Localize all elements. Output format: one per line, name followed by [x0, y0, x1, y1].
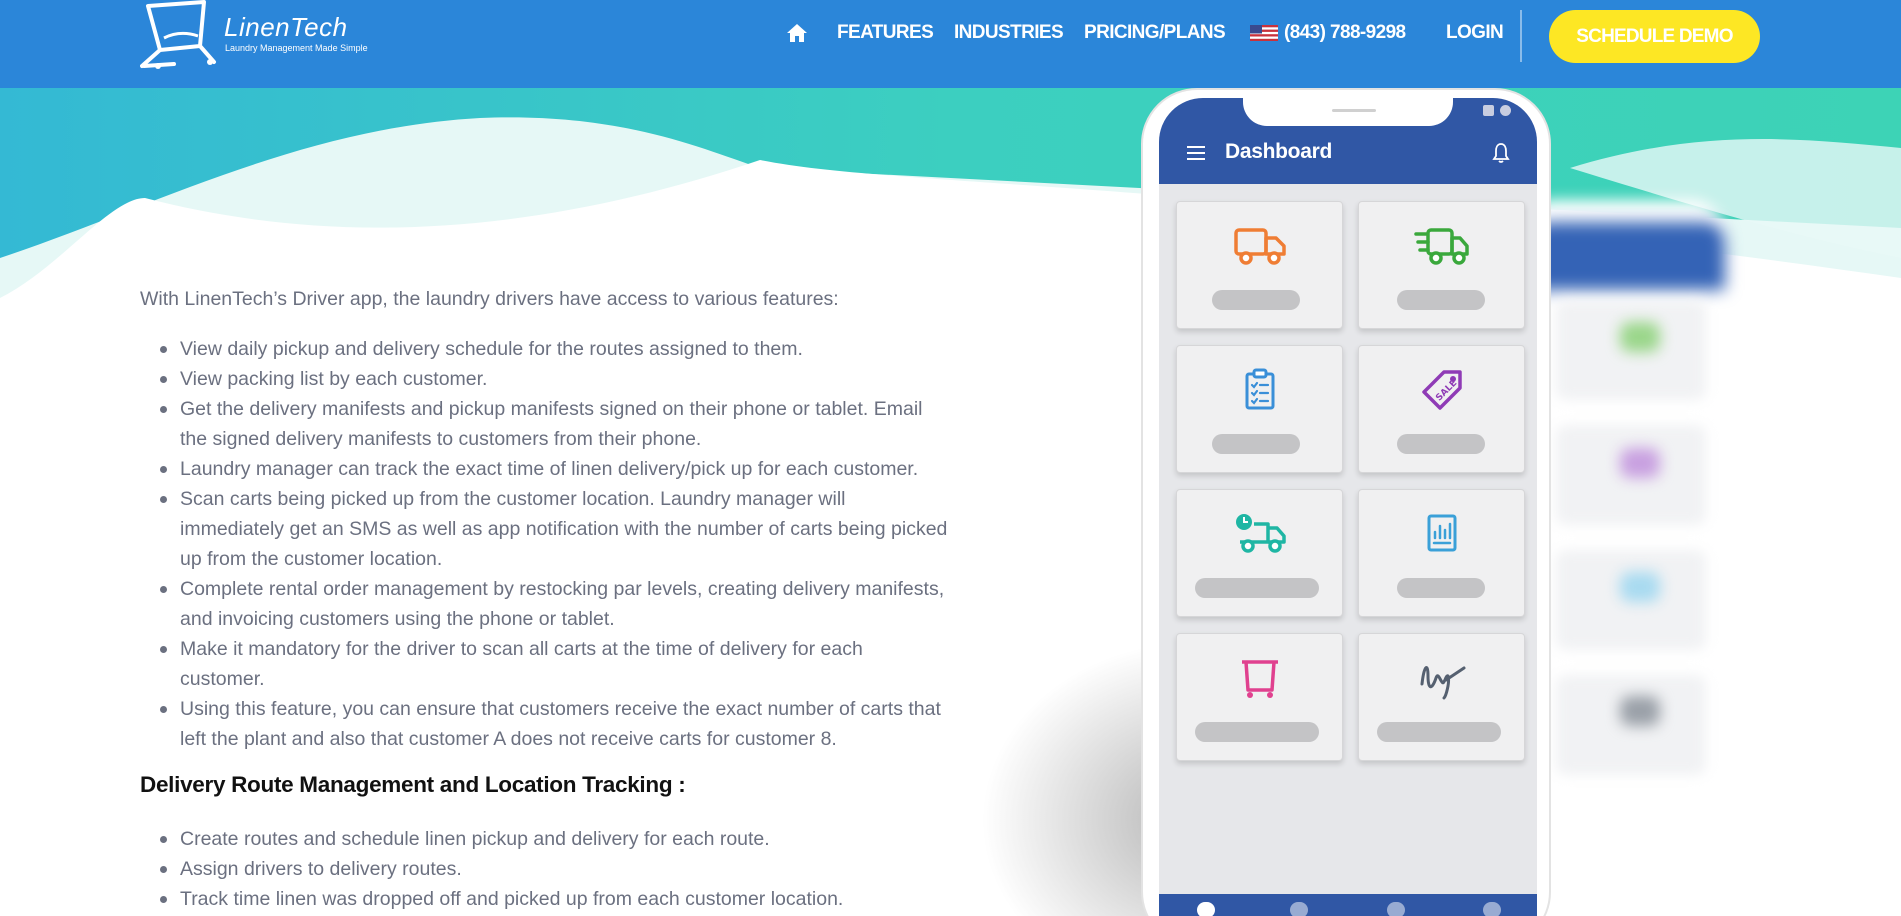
bell-icon[interactable]	[1491, 142, 1511, 164]
background-phone-icon	[1620, 696, 1660, 726]
phone-screen: Dashboard SALE	[1159, 98, 1537, 916]
driver-feature-list: View daily pickup and delivery schedule …	[140, 334, 950, 754]
sale-tag-icon: SALE	[1421, 370, 1462, 410]
us-flag-icon	[1250, 25, 1278, 41]
list-item: Using this feature, you can ensure that …	[140, 694, 950, 754]
site-header: LinenTech Laundry Management Made Simple…	[0, 0, 1901, 88]
report-chart-icon	[1427, 514, 1456, 552]
list-item: Assign drivers to delivery routes.	[140, 854, 960, 884]
list-item: View daily pickup and delivery schedule …	[140, 334, 950, 364]
brand-logo[interactable]: LinenTech Laundry Management Made Simple	[140, 0, 380, 72]
laundry-cart-icon	[1241, 660, 1278, 698]
signature-icon	[1420, 666, 1465, 700]
list-item: Create routes and schedule linen pickup …	[140, 824, 960, 854]
list-item: Get the delivery manifests and pickup ma…	[140, 394, 950, 454]
background-phone-header	[1530, 222, 1725, 290]
app-title: Dashboard	[1225, 140, 1332, 163]
search-tab-icon[interactable]	[1290, 902, 1308, 916]
laundry-cart-logo-icon	[140, 0, 216, 69]
fast-truck-icon	[1413, 228, 1469, 265]
info-tab-icon[interactable]	[1387, 902, 1405, 916]
dashboard-tile-signature[interactable]	[1358, 633, 1525, 761]
nav-industries-label: INDUSTRIES	[954, 22, 1064, 43]
dashboard-tile-scheduled[interactable]	[1176, 489, 1343, 617]
status-icon	[1483, 105, 1494, 116]
nav-phone[interactable]: (843) 788-9298	[1250, 0, 1406, 66]
list-item: Make it mandatory for the driver to scan…	[140, 634, 950, 694]
tile-label-placeholder	[1397, 578, 1485, 598]
list-item: Laundry manager can track the exact time…	[140, 454, 950, 484]
list-item: Scan carts being picked up from the cust…	[140, 484, 950, 574]
menu-icon[interactable]	[1187, 146, 1205, 160]
nav-login[interactable]: LOGIN	[1446, 0, 1504, 66]
nav-features-label: FEATURES	[837, 22, 934, 43]
phone-notch	[1243, 98, 1453, 126]
brand-name: LinenTech	[224, 12, 348, 42]
tile-label-placeholder	[1195, 578, 1319, 598]
nav-divider	[1520, 10, 1522, 62]
dashboard-tile-sales[interactable]: SALE	[1358, 345, 1525, 473]
scheduled-truck-icon	[1235, 514, 1286, 553]
dashboard-tile-delivery[interactable]	[1176, 201, 1343, 329]
nav-features[interactable]: FEATURES	[837, 0, 934, 66]
nav-pricing-label: PRICING/PLANS	[1084, 22, 1226, 43]
list-item: Track time linen was dropped off and pic…	[140, 884, 960, 914]
dashboard-tile-express[interactable]	[1358, 201, 1525, 329]
brand-tagline: Laundry Management Made Simple	[225, 43, 368, 53]
list-item: View packing list by each customer.	[140, 364, 950, 394]
nav-industries[interactable]: INDUSTRIES	[954, 0, 1064, 66]
schedule-demo-button[interactable]: SCHEDULE DEMO	[1549, 10, 1760, 63]
background-phone-icon	[1620, 322, 1660, 352]
feature-content: With LinenTech’s Driver app, the laundry…	[140, 284, 960, 914]
tile-label-placeholder	[1212, 290, 1300, 310]
clipboard-checklist-icon	[1245, 368, 1274, 410]
nav-pricing[interactable]: PRICING/PLANS	[1084, 0, 1226, 66]
background-phone-icon	[1620, 448, 1660, 478]
app-bottom-nav	[1159, 894, 1537, 916]
dashboard-tile-reports[interactable]	[1358, 489, 1525, 617]
list-item: Complete rental order management by rest…	[140, 574, 950, 634]
home-tab-icon[interactable]	[1197, 902, 1215, 916]
dashboard-tile-carts[interactable]	[1176, 633, 1343, 761]
section-heading: Delivery Route Management and Location T…	[140, 772, 686, 797]
background-phone-icon	[1620, 572, 1660, 602]
home-icon	[787, 24, 807, 42]
nav-home[interactable]	[786, 0, 808, 66]
nav-phone-number: (843) 788-9298	[1284, 22, 1406, 43]
route-feature-list: Create routes and schedule linen pickup …	[140, 824, 960, 914]
tile-label-placeholder	[1377, 722, 1501, 742]
app-header: Dashboard	[1159, 98, 1537, 184]
tile-label-placeholder	[1397, 434, 1485, 454]
nav-login-label: LOGIN	[1446, 22, 1504, 43]
tile-label-placeholder	[1397, 290, 1485, 310]
profile-tab-icon[interactable]	[1483, 902, 1501, 916]
tile-label-placeholder	[1212, 434, 1300, 454]
dashboard-tile-checklist[interactable]	[1176, 345, 1343, 473]
status-icon	[1500, 105, 1511, 116]
notch-speaker	[1332, 109, 1376, 112]
tile-label-placeholder	[1195, 722, 1319, 742]
delivery-truck-icon	[1233, 228, 1286, 265]
intro-text: With LinenTech’s Driver app, the laundry…	[140, 288, 839, 310]
